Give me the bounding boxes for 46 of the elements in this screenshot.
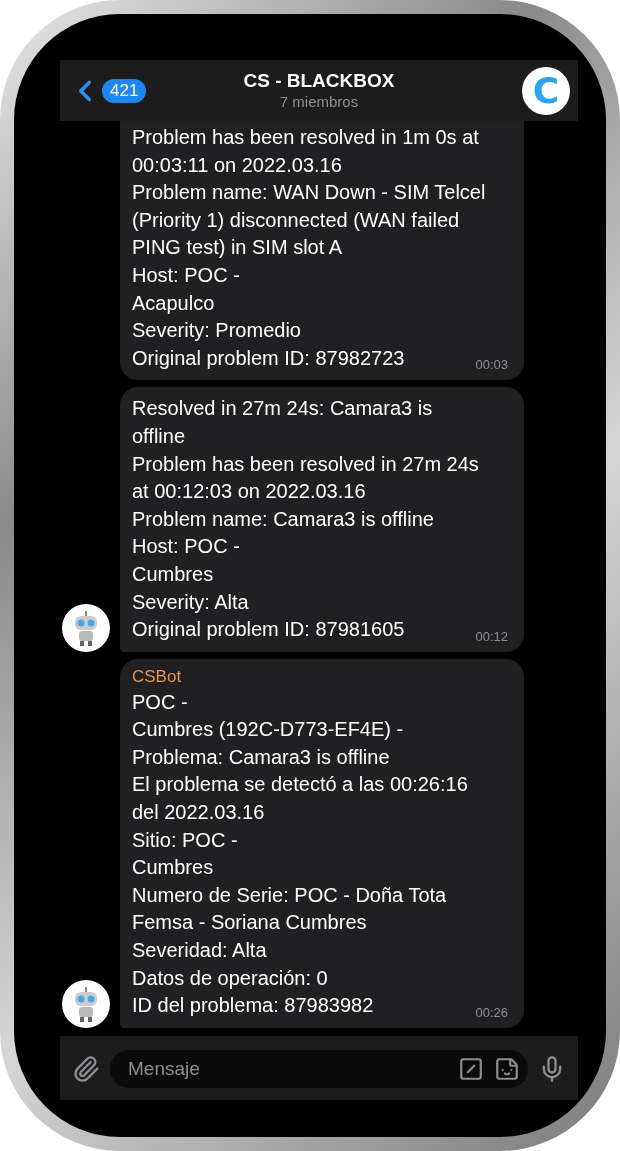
message-line: POC -: [132, 689, 188, 715]
message-line: Severity: Alta: [132, 589, 249, 615]
message-line: Acapulco: [132, 290, 215, 316]
sender-name: CSBot: [132, 666, 183, 687]
message-line: ID del problema: 87983982: [132, 993, 374, 1019]
message-line: 00:03:11 on 2022.03.16: [132, 152, 342, 178]
message-time: 00:12: [475, 628, 508, 644]
message-line: Problem name: Camara3 is offline: [132, 506, 434, 532]
message-line: Original problem ID: 87982723: [132, 345, 405, 371]
message-line: Resolved in 27m 24s: Camara3 is: [132, 396, 433, 422]
message-line: Cumbres: [132, 855, 214, 881]
message-line: Host: POC -: [132, 262, 240, 288]
message-line: Femsa - Soriana Cumbres: [132, 910, 367, 936]
message-line: Original problem ID: 87981605: [132, 617, 405, 643]
message-line: Severity: Promedio: [132, 318, 301, 344]
sticker-icon[interactable]: [494, 1056, 520, 1083]
message-line: Host: POC -: [132, 534, 240, 560]
back-button[interactable]: 421: [68, 73, 147, 108]
message-line: Problema: Camara3 is offline: [132, 744, 390, 770]
member-count: 7 miembros: [279, 93, 359, 110]
message-line: Cumbres (192C-D773-EF4E) -: [132, 717, 404, 743]
command-icon[interactable]: [458, 1056, 484, 1083]
message-time: 00:26: [475, 1004, 508, 1020]
message-line: offline: [132, 423, 185, 449]
message-line: Cumbres: [132, 561, 214, 587]
message-line: Sitio: POC -: [132, 827, 238, 853]
robot-avatar: [62, 979, 110, 1028]
message-field[interactable]: Mensaje: [110, 1050, 528, 1089]
message-line: del 2022.03.16: [132, 800, 265, 826]
message-input[interactable]: Mensaje: [126, 1057, 448, 1082]
message-line: PING test) in SIM slot A: [132, 235, 343, 261]
message-line: El problema se detectó a las 00:26:16: [132, 772, 468, 798]
message-line: Severidad: Alta: [132, 938, 267, 964]
message-line: (Priority 1) disconnected (WAN failed: [132, 207, 460, 233]
message-time: 00:03: [475, 357, 508, 373]
message-line: Problem has been resolved in 27m 24s: [132, 451, 479, 477]
message-line: Problem name: WAN Down - SIM Telcel: [132, 180, 486, 206]
message-line: Datos de operación: 0: [132, 965, 328, 991]
robot-avatar: [62, 603, 110, 652]
attach-icon[interactable]: [72, 1055, 100, 1084]
message-line: Problem has been resolved in 1m 0s at: [132, 125, 479, 150]
message-line: at 00:12:03 on 2022.03.16: [132, 479, 366, 505]
chat-title: CS - BLACKBOX: [243, 70, 395, 92]
group-avatar[interactable]: C: [522, 66, 570, 115]
message-line: Numero de Serie: POC - Doña Tota: [132, 882, 447, 908]
unread-count: 421: [102, 78, 147, 103]
